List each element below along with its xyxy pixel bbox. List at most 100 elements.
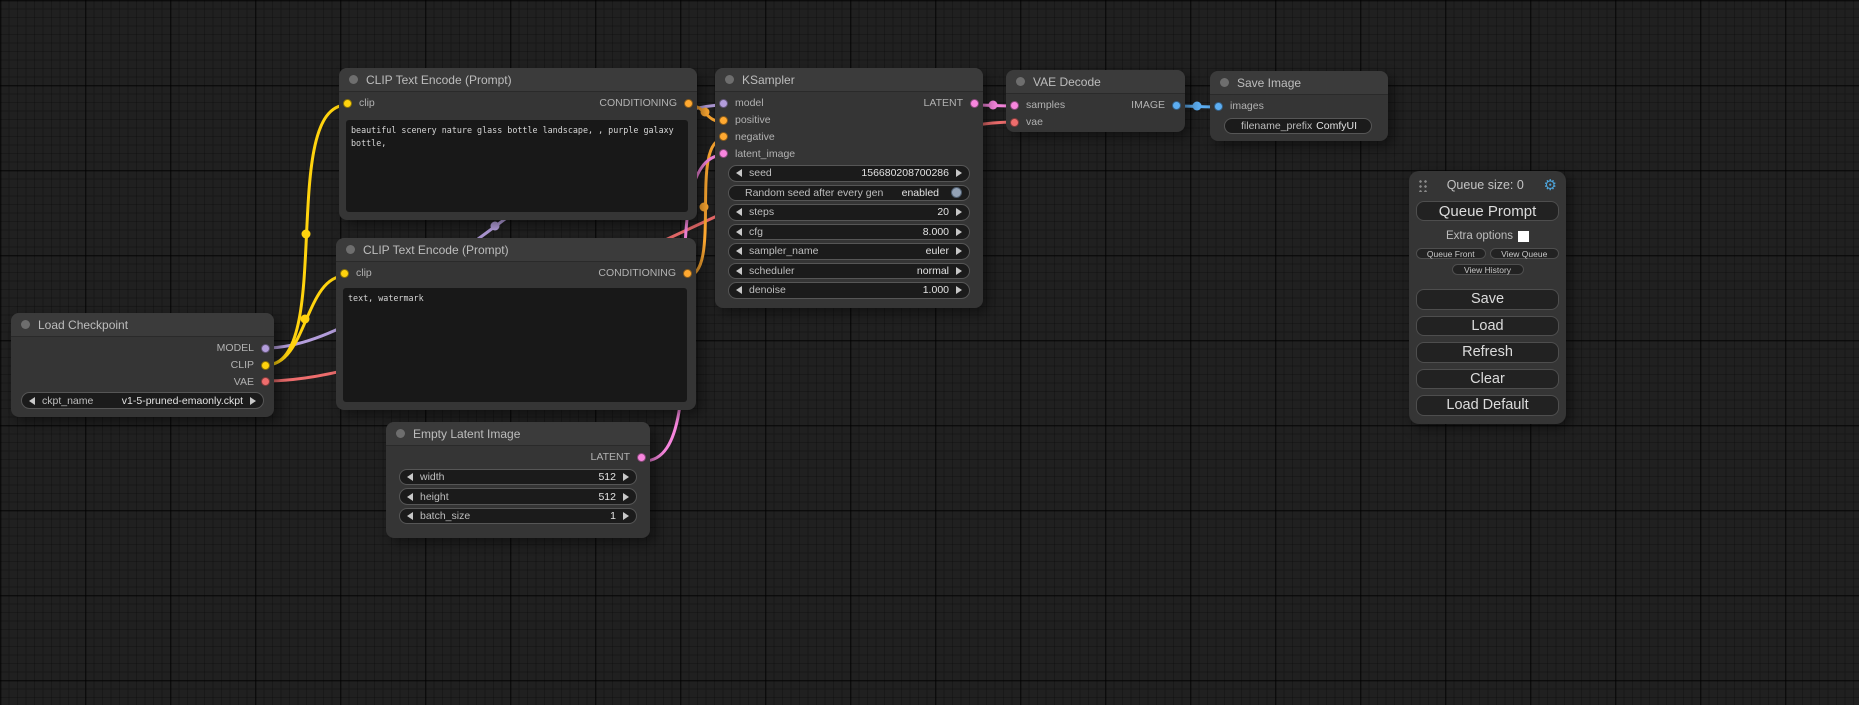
increment-arrow-icon[interactable]	[956, 286, 962, 294]
clip-input-port[interactable]	[340, 269, 349, 278]
width-widget[interactable]: width 512	[399, 469, 637, 486]
port-label: clip	[356, 267, 372, 279]
decrement-arrow-icon[interactable]	[29, 397, 35, 405]
increment-arrow-icon[interactable]	[623, 493, 629, 501]
gear-icon[interactable]: ⚙	[1544, 178, 1557, 193]
vae-input-port[interactable]	[1010, 118, 1019, 127]
decrement-arrow-icon[interactable]	[736, 208, 742, 216]
random-seed-widget[interactable]: Random seed after every gen enabled	[728, 185, 970, 202]
collapse-dot-icon[interactable]	[349, 75, 358, 84]
extra-options-checkbox[interactable]	[1518, 231, 1529, 242]
random-seed-toggle[interactable]	[951, 187, 962, 198]
port-label: clip	[359, 97, 375, 109]
increment-arrow-icon[interactable]	[956, 228, 962, 236]
cfg-widget[interactable]: cfg 8.000	[728, 224, 970, 241]
collapse-dot-icon[interactable]	[396, 429, 405, 438]
increment-arrow-icon[interactable]	[956, 169, 962, 177]
drag-handle-icon[interactable]	[1418, 178, 1427, 192]
decrement-arrow-icon[interactable]	[736, 228, 742, 236]
increment-arrow-icon[interactable]	[623, 512, 629, 520]
node-empty-latent-image[interactable]: Empty Latent Image LATENT width 512 heig…	[386, 422, 650, 538]
port-label: IMAGE	[1131, 99, 1165, 111]
batch-size-widget[interactable]: batch_size 1	[399, 508, 637, 525]
seed-widget[interactable]: seed 156680208700286	[728, 165, 970, 182]
decrement-arrow-icon[interactable]	[736, 267, 742, 275]
conditioning-output-port[interactable]	[683, 269, 692, 278]
view-history-button[interactable]: View History	[1452, 264, 1524, 275]
increment-arrow-icon[interactable]	[623, 473, 629, 481]
node-titlebar[interactable]: Empty Latent Image	[386, 422, 650, 446]
link-center-dot	[700, 203, 709, 212]
height-widget[interactable]: height 512	[399, 488, 637, 505]
decrement-arrow-icon[interactable]	[736, 247, 742, 255]
node-vae-decode[interactable]: VAE Decode samples IMAGE vae	[1006, 70, 1185, 132]
positive-prompt-textarea[interactable]: beautiful scenery nature glass bottle la…	[346, 120, 688, 212]
node-titlebar[interactable]: CLIP Text Encode (Prompt)	[339, 68, 697, 92]
model-input-port[interactable]	[719, 99, 728, 108]
sampler-name-widget[interactable]: sampler_name euler	[728, 243, 970, 260]
load-button[interactable]: Load	[1416, 316, 1559, 337]
node-ksampler[interactable]: KSampler model LATENT positive negative …	[715, 68, 983, 308]
node-titlebar[interactable]: Save Image	[1210, 71, 1388, 95]
denoise-widget[interactable]: denoise 1.000	[728, 282, 970, 299]
decrement-arrow-icon[interactable]	[736, 286, 742, 294]
clear-button[interactable]: Clear	[1416, 369, 1559, 390]
collapse-dot-icon[interactable]	[1016, 77, 1025, 86]
positive-input-port[interactable]	[719, 116, 728, 125]
node-titlebar[interactable]: CLIP Text Encode (Prompt)	[336, 238, 696, 262]
queue-prompt-button[interactable]: Queue Prompt	[1416, 201, 1559, 221]
node-save-image[interactable]: Save Image images filename_prefix ComfyU…	[1210, 71, 1388, 141]
increment-arrow-icon[interactable]	[956, 247, 962, 255]
node-titlebar[interactable]: KSampler	[715, 68, 983, 92]
node-titlebar[interactable]: VAE Decode	[1006, 70, 1185, 94]
ckpt-name-widget[interactable]: ckpt_name v1-5-pruned-emaonly.ckpt	[21, 392, 264, 409]
increment-arrow-icon[interactable]	[250, 397, 256, 405]
samples-input-port[interactable]	[1010, 101, 1019, 110]
conditioning-output-port[interactable]	[684, 99, 693, 108]
filename-prefix-widget[interactable]: filename_prefix ComfyUI	[1224, 118, 1372, 135]
clip-input-port[interactable]	[343, 99, 352, 108]
load-default-button[interactable]: Load Default	[1416, 395, 1559, 416]
collapse-dot-icon[interactable]	[725, 75, 734, 84]
collapse-dot-icon[interactable]	[346, 245, 355, 254]
latent-image-input-port[interactable]	[719, 149, 728, 158]
port-label: samples	[1026, 99, 1065, 111]
increment-arrow-icon[interactable]	[956, 208, 962, 216]
port-label: vae	[1026, 116, 1043, 128]
link-center-dot	[1193, 102, 1202, 111]
node-title: KSampler	[742, 73, 795, 87]
node-load-checkpoint[interactable]: Load Checkpoint MODEL CLIP VAE ckpt_name…	[11, 313, 274, 417]
model-output-port[interactable]	[261, 344, 270, 353]
decrement-arrow-icon[interactable]	[736, 169, 742, 177]
link-center-dot	[989, 101, 998, 110]
clip-output-port[interactable]	[261, 361, 270, 370]
save-button[interactable]: Save	[1416, 289, 1559, 310]
latent-output-port[interactable]	[970, 99, 979, 108]
port-label: latent_image	[735, 148, 795, 160]
port-label: MODEL	[217, 342, 254, 354]
steps-widget[interactable]: steps 20	[728, 204, 970, 221]
images-input-port[interactable]	[1214, 102, 1223, 111]
decrement-arrow-icon[interactable]	[407, 473, 413, 481]
collapse-dot-icon[interactable]	[21, 320, 30, 329]
collapse-dot-icon[interactable]	[1220, 78, 1229, 87]
negative-prompt-textarea[interactable]: text, watermark	[343, 288, 687, 402]
queue-panel: Queue size: 0 ⚙ Queue Prompt Extra optio…	[1409, 171, 1566, 424]
negative-input-port[interactable]	[719, 132, 728, 141]
latent-output-port[interactable]	[637, 453, 646, 462]
queue-front-button[interactable]: Queue Front	[1416, 248, 1486, 259]
view-queue-button[interactable]: View Queue	[1490, 248, 1560, 259]
decrement-arrow-icon[interactable]	[407, 493, 413, 501]
node-clip-text-encode-positive[interactable]: CLIP Text Encode (Prompt) clip CONDITION…	[339, 68, 697, 220]
refresh-button[interactable]: Refresh	[1416, 342, 1559, 363]
queue-size-label: Queue size: 0	[1427, 178, 1544, 192]
vae-output-port[interactable]	[261, 377, 270, 386]
scheduler-widget[interactable]: scheduler normal	[728, 263, 970, 280]
node-title: CLIP Text Encode (Prompt)	[363, 243, 509, 257]
node-graph-canvas[interactable]: Load Checkpoint MODEL CLIP VAE ckpt_name…	[0, 0, 1859, 705]
node-titlebar[interactable]: Load Checkpoint	[11, 313, 274, 337]
node-clip-text-encode-negative[interactable]: CLIP Text Encode (Prompt) clip CONDITION…	[336, 238, 696, 410]
increment-arrow-icon[interactable]	[956, 267, 962, 275]
image-output-port[interactable]	[1172, 101, 1181, 110]
decrement-arrow-icon[interactable]	[407, 512, 413, 520]
